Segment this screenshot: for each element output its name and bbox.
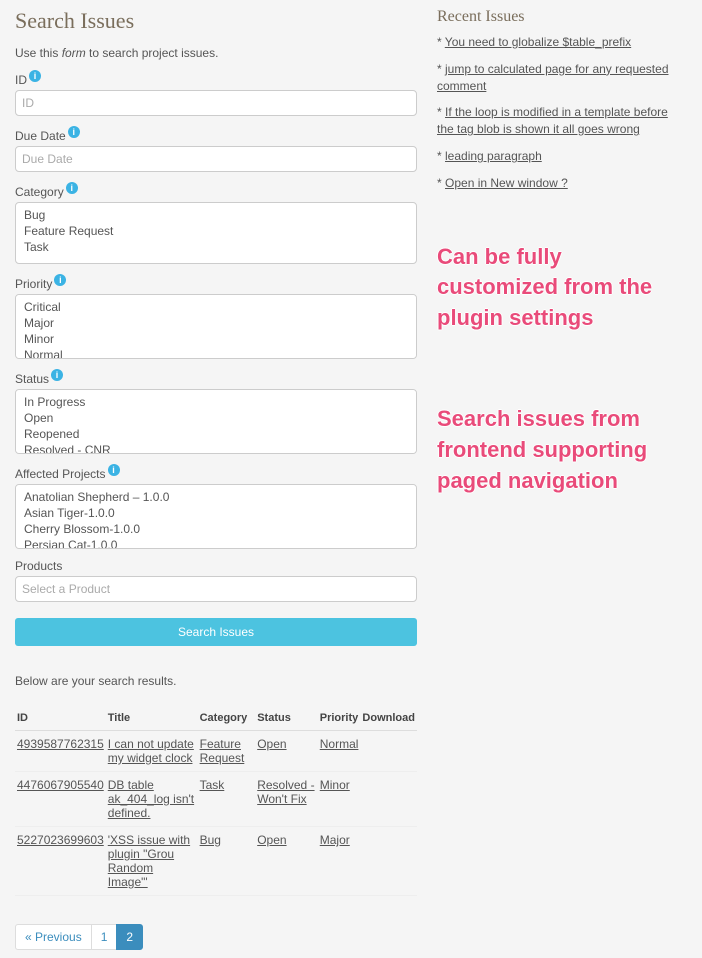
list-item[interactable]: Major	[16, 315, 416, 331]
recent-item: * jump to calculated page for any reques…	[437, 61, 687, 95]
recent-link[interactable]: jump to calculated page for any requeste…	[437, 62, 669, 93]
results-intro: Below are your search results.	[15, 674, 417, 688]
id-label-text: ID	[15, 73, 27, 87]
status-label-text: Status	[15, 372, 49, 386]
prev-page-button[interactable]: « Previous	[15, 924, 92, 950]
col-category: Category	[198, 706, 256, 731]
list-item[interactable]: Cherry Blossom-1.0.0	[16, 521, 416, 537]
due-date-input[interactable]	[15, 146, 417, 172]
promo-text-2: Search issues from frontend supporting p…	[437, 404, 687, 496]
info-icon[interactable]: i	[54, 274, 66, 286]
col-id: ID	[15, 706, 106, 731]
recent-link[interactable]: You need to globalize $table_prefix	[445, 35, 631, 49]
table-row: 4939587762315 I can not update my widget…	[15, 731, 417, 772]
list-item[interactable]: Minor	[16, 331, 416, 347]
recent-link[interactable]: leading paragraph	[445, 149, 542, 163]
status-listbox[interactable]: In Progress Open Reopened Resolved - CNR	[15, 389, 417, 454]
issue-category-link[interactable]: Feature Request	[200, 737, 245, 765]
info-icon[interactable]: i	[29, 70, 41, 82]
recent-link[interactable]: If the loop is modified in a template be…	[437, 105, 668, 136]
issue-category-link[interactable]: Bug	[200, 833, 221, 847]
instruction-em: form	[62, 46, 86, 60]
col-download: Download	[360, 706, 417, 731]
instruction-post: to search project issues.	[86, 46, 219, 60]
list-item[interactable]: Resolved - CNR	[16, 442, 416, 454]
issue-category-link[interactable]: Task	[200, 778, 225, 792]
issue-priority-link[interactable]: Minor	[320, 778, 350, 792]
issue-priority-link[interactable]: Major	[320, 833, 350, 847]
table-row: 5227023699603 'XSS issue with plugin "Gr…	[15, 827, 417, 896]
col-priority: Priority	[318, 706, 361, 731]
list-item[interactable]: Feature Request	[16, 223, 416, 239]
issue-status-link[interactable]: Open	[257, 833, 286, 847]
priority-listbox[interactable]: Critical Major Minor Normal	[15, 294, 417, 359]
page-2-button[interactable]: 2	[116, 924, 143, 950]
category-listbox[interactable]: Bug Feature Request Task	[15, 202, 417, 264]
pagination: « Previous 1 2	[15, 924, 417, 950]
list-item[interactable]: Open	[16, 410, 416, 426]
category-label: Categoryi	[15, 182, 417, 199]
issue-priority-link[interactable]: Normal	[320, 737, 359, 751]
recent-item: * Open in New window ?	[437, 175, 687, 192]
priority-label-text: Priority	[15, 277, 52, 291]
projects-listbox[interactable]: Anatolian Shepherd – 1.0.0 Asian Tiger-1…	[15, 484, 417, 549]
id-label: IDi	[15, 70, 417, 87]
list-item[interactable]: Reopened	[16, 426, 416, 442]
recent-link[interactable]: Open in New window ?	[445, 176, 568, 190]
issue-id-link[interactable]: 4476067905540	[17, 778, 104, 792]
instruction-pre: Use this	[15, 46, 62, 60]
list-item[interactable]: Persian Cat-1.0.0	[16, 537, 416, 549]
issue-status-link[interactable]: Resolved - Won't Fix	[257, 778, 314, 806]
recent-item: * If the loop is modified in a template …	[437, 104, 687, 138]
projects-label-text: Affected Projects	[15, 467, 106, 481]
priority-label: Priorityi	[15, 274, 417, 291]
id-input[interactable]	[15, 90, 417, 116]
list-item[interactable]: Bug	[16, 207, 416, 223]
issue-title-link[interactable]: DB table ak_404_log isn't defined.	[108, 778, 194, 820]
issue-id-link[interactable]: 4939587762315	[17, 737, 104, 751]
col-title: Title	[106, 706, 198, 731]
issue-title-link[interactable]: 'XSS issue with plugin "Grou Random Imag…	[108, 833, 190, 889]
list-item[interactable]: Normal	[16, 347, 416, 359]
search-issues-button[interactable]: Search Issues	[15, 618, 417, 646]
info-icon[interactable]: i	[68, 126, 80, 138]
list-item[interactable]: Anatolian Shepherd – 1.0.0	[16, 489, 416, 505]
list-item[interactable]: Asian Tiger-1.0.0	[16, 505, 416, 521]
issue-id-link[interactable]: 5227023699603	[17, 833, 104, 847]
page-1-button[interactable]: 1	[91, 924, 118, 950]
recent-item: * You need to globalize $table_prefix	[437, 34, 687, 51]
products-select[interactable]: Select a Product	[15, 576, 417, 602]
issue-title-link[interactable]: I can not update my widget clock	[108, 737, 194, 765]
projects-label: Affected Projectsi	[15, 464, 417, 481]
products-label: Products	[15, 559, 417, 573]
col-status: Status	[255, 706, 318, 731]
info-icon[interactable]: i	[66, 182, 78, 194]
list-item[interactable]: In Progress	[16, 394, 416, 410]
due-date-label-text: Due Date	[15, 129, 66, 143]
status-label: Statusi	[15, 369, 417, 386]
issue-status-link[interactable]: Open	[257, 737, 286, 751]
recent-issues-title: Recent Issues	[437, 8, 687, 26]
info-icon[interactable]: i	[51, 369, 63, 381]
recent-item: * leading paragraph	[437, 148, 687, 165]
instruction-text: Use this form to search project issues.	[15, 46, 417, 60]
results-table: ID Title Category Status Priority Downlo…	[15, 706, 417, 896]
promo-text-1: Can be fully customized from the plugin …	[437, 242, 687, 334]
category-label-text: Category	[15, 185, 64, 199]
due-date-label: Due Datei	[15, 126, 417, 143]
list-item[interactable]: Task	[16, 239, 416, 255]
table-row: 4476067905540 DB table ak_404_log isn't …	[15, 772, 417, 827]
list-item[interactable]: Critical	[16, 299, 416, 315]
info-icon[interactable]: i	[108, 464, 120, 476]
page-title: Search Issues	[15, 8, 417, 34]
